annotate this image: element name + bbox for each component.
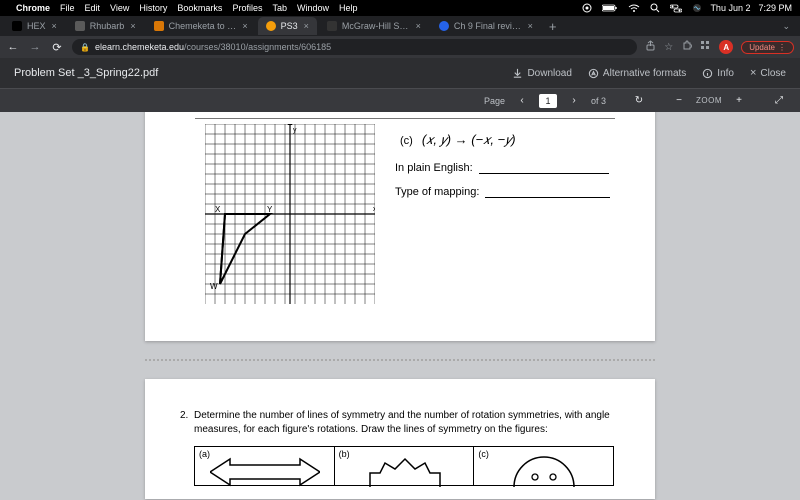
mac-menubar: Chrome File Edit View History Bookmarks … <box>0 0 800 16</box>
fullscreen-button[interactable]: ⤢ <box>772 95 786 106</box>
close-icon[interactable]: × <box>416 21 421 31</box>
siri-icon[interactable] <box>692 3 702 13</box>
pdf-header: Problem Set _3_Spring22.pdf Download Alt… <box>0 58 800 88</box>
rotate-button[interactable]: ↻ <box>632 95 646 106</box>
wifi-icon[interactable] <box>628 4 640 13</box>
app-name[interactable]: Chrome <box>16 3 50 13</box>
tab-flashcards[interactable]: Ch 9 Final review Flashcar× <box>431 17 541 35</box>
divider <box>195 118 615 119</box>
menu-bookmarks[interactable]: Bookmarks <box>177 3 222 13</box>
page-separator <box>145 359 655 361</box>
zoom-label: ZOOM <box>696 96 722 105</box>
menu-profiles[interactable]: Profiles <box>232 3 262 13</box>
tab-hex[interactable]: HEX× <box>4 17 65 35</box>
download-button[interactable]: Download <box>512 68 571 79</box>
url-path: /courses/38010/assignments/606185 <box>184 42 331 52</box>
figure-c: (c) <box>474 447 613 485</box>
tab-rhubarb[interactable]: Rhubarb× <box>67 17 144 35</box>
page-input[interactable] <box>539 94 557 108</box>
document-title: Problem Set _3_Spring22.pdf <box>14 67 496 79</box>
svg-text:X: X <box>215 205 221 214</box>
figure-b: (b) <box>335 447 475 485</box>
reload-button[interactable]: ⟳ <box>50 41 64 54</box>
lock-icon: 🔒 <box>80 43 90 52</box>
search-icon[interactable] <box>650 3 660 13</box>
page-total: of 3 <box>591 96 606 106</box>
extensions-icon[interactable] <box>681 40 692 54</box>
zoom-out-button[interactable]: − <box>672 95 686 106</box>
new-tab-button[interactable]: + <box>543 19 563 34</box>
star-icon[interactable]: ☆ <box>664 42 673 53</box>
zoom-in-button[interactable]: + <box>732 95 746 106</box>
close-icon[interactable]: × <box>528 21 533 31</box>
tab-ps3[interactable]: PS3× <box>258 17 317 35</box>
pdf-page-1: X Y W y x (c) (𝑥, 𝑦) → (−𝑥, −𝑦) In plain… <box>145 112 655 341</box>
tab-chemeketa[interactable]: Chemeketa to WOU Early C× <box>146 17 256 35</box>
svg-text:W: W <box>210 282 218 291</box>
tab-overflow-icon[interactable]: ⌄ <box>776 21 796 32</box>
close-button[interactable]: ×Close <box>750 67 786 79</box>
forward-button[interactable]: → <box>28 41 42 53</box>
close-icon[interactable]: × <box>304 21 309 31</box>
answer-blank <box>485 188 610 198</box>
coordinate-grid: X Y W y x <box>205 124 375 304</box>
screen-record-icon[interactable] <box>582 3 592 13</box>
menu-edit[interactable]: Edit <box>85 3 101 13</box>
page-label: Page <box>484 96 505 106</box>
answer-blank <box>479 164 609 174</box>
share-icon[interactable] <box>645 40 656 54</box>
address-bar[interactable]: 🔒 elearn.chemeketa.edu/courses/38010/ass… <box>72 39 637 55</box>
ruler-ticks <box>205 112 375 114</box>
alt-formats-button[interactable]: Alternative formats <box>588 68 686 79</box>
type-of-mapping-prompt: Type of mapping: <box>395 186 610 198</box>
menu-history[interactable]: History <box>139 3 167 13</box>
menubar-time[interactable]: 7:29 PM <box>758 3 792 13</box>
prev-page-button[interactable]: ‹ <box>515 95 529 106</box>
menu-help[interactable]: Help <box>339 3 358 13</box>
profile-avatar[interactable]: A <box>719 40 733 54</box>
close-icon[interactable]: × <box>52 21 57 31</box>
control-center-icon[interactable] <box>670 4 682 13</box>
plain-english-prompt: In plain English: <box>395 162 609 174</box>
info-button[interactable]: Info <box>702 68 734 79</box>
grid-icon[interactable] <box>700 40 711 54</box>
browser-toolbar: ← → ⟳ 🔒 elearn.chemeketa.edu/courses/380… <box>0 36 800 58</box>
menu-tab[interactable]: Tab <box>272 3 287 13</box>
svg-text:x: x <box>373 206 375 213</box>
svg-text:y: y <box>293 127 297 134</box>
problem-c-label: (c) (𝑥, 𝑦) → (−𝑥, −𝑦) <box>400 132 516 148</box>
problem-2-text: 2. Determine the number of lines of symm… <box>180 409 620 436</box>
symmetry-figures-row: (a) (b) (c) <box>194 446 614 486</box>
back-button[interactable]: ← <box>6 41 20 53</box>
menu-file[interactable]: File <box>60 3 75 13</box>
close-icon[interactable]: × <box>242 21 247 31</box>
next-page-button[interactable]: › <box>567 95 581 106</box>
tab-simnet[interactable]: McGraw-Hill SIMnet× <box>319 17 429 35</box>
url-host: elearn.chemeketa.edu <box>95 42 184 52</box>
browser-tabstrip: HEX× Rhubarb× Chemeketa to WOU Early C× … <box>0 16 800 36</box>
battery-icon[interactable] <box>602 4 618 12</box>
transformation-formula: (𝑥, 𝑦) → (−𝑥, −𝑦) <box>422 132 516 147</box>
menubar-date[interactable]: Thu Jun 2 <box>710 3 750 13</box>
menu-view[interactable]: View <box>110 3 129 13</box>
menu-window[interactable]: Window <box>297 3 329 13</box>
pdf-viewport[interactable]: X Y W y x (c) (𝑥, 𝑦) → (−𝑥, −𝑦) In plain… <box>0 112 800 500</box>
figure-a: (a) <box>195 447 335 485</box>
close-icon[interactable]: × <box>130 21 135 31</box>
update-button[interactable]: Update⋮ <box>741 41 794 54</box>
pdf-toolbar: Page ‹ › of 3 ↻ − ZOOM + ⤢ <box>0 88 800 112</box>
pdf-page-2: 2. Determine the number of lines of symm… <box>145 379 655 499</box>
svg-text:Y: Y <box>267 205 273 214</box>
